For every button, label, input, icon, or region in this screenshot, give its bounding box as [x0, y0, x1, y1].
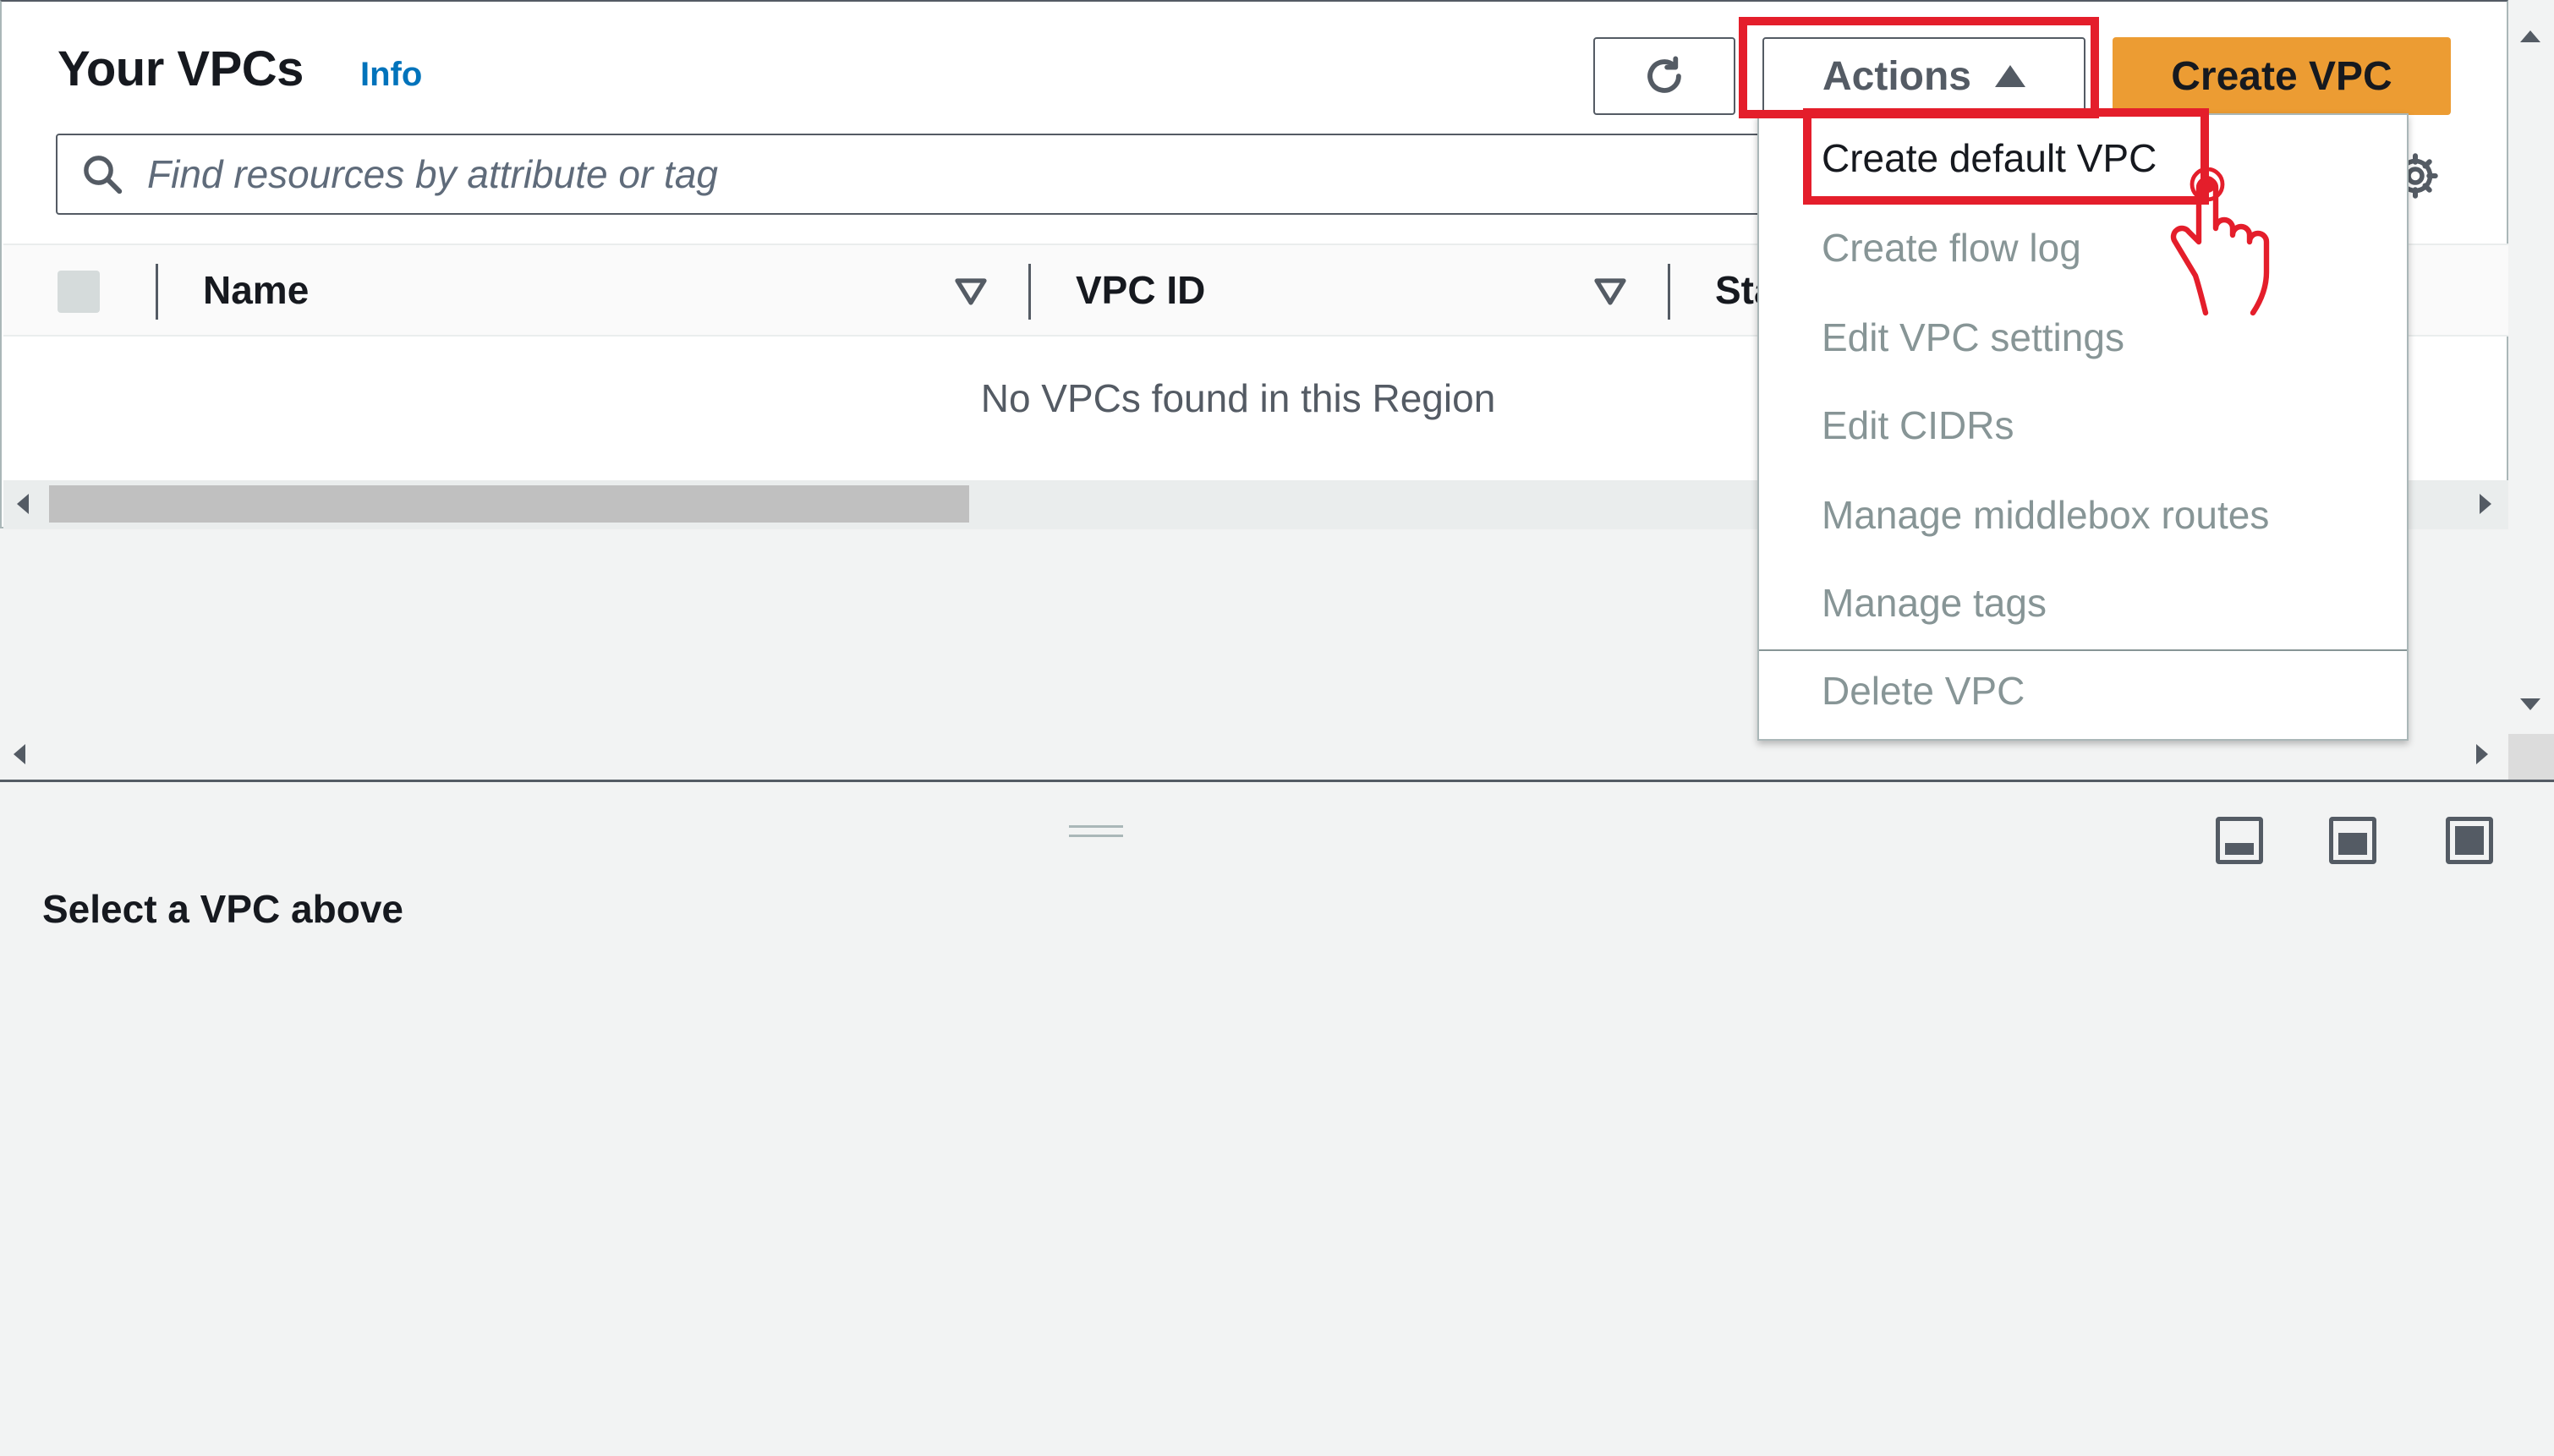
scroll-down-icon[interactable]: [2520, 698, 2540, 710]
page-vertical-scrollbar[interactable]: [2508, 0, 2554, 780]
scroll-right-icon[interactable]: [2476, 744, 2488, 764]
search-placeholder: Find resources by attribute or tag: [147, 152, 718, 196]
search-icon: [84, 156, 123, 194]
search-field[interactable]: Find resources by attribute or tag: [56, 134, 1849, 215]
create-vpc-button[interactable]: Create VPC: [2113, 37, 2451, 115]
split-full-icon[interactable]: [2446, 817, 2493, 864]
details-placeholder: Select a VPC above: [42, 887, 403, 931]
empty-table-text: No VPCs found in this Region: [980, 376, 1496, 420]
refresh-button[interactable]: [1593, 37, 1735, 115]
sort-down-icon[interactable]: [954, 277, 988, 306]
split-panel-divider: [0, 780, 2554, 782]
split-side-icon[interactable]: [2329, 817, 2376, 864]
sort-down-icon[interactable]: [1593, 277, 1627, 306]
menu-item-delete-vpc[interactable]: Delete VPC: [1759, 649, 2407, 739]
split-bottom-icon[interactable]: [2216, 817, 2263, 864]
info-link[interactable]: Info: [360, 56, 422, 94]
highlight-box: [1803, 108, 2209, 205]
scrollbar-corner: [2508, 734, 2554, 781]
menu-item-edit-cidrs[interactable]: Edit CIDRs: [1822, 402, 2014, 448]
menu-item-manage-tags[interactable]: Manage tags: [1822, 580, 2047, 626]
column-divider: [156, 264, 158, 320]
scroll-up-icon[interactable]: [2520, 30, 2540, 42]
column-header-vpc-id[interactable]: VPC ID: [1076, 267, 1205, 313]
column-header-name[interactable]: Name: [203, 267, 309, 313]
highlight-box: [1739, 17, 2099, 118]
menu-item-edit-vpc-settings[interactable]: Edit VPC settings: [1822, 315, 2124, 360]
resize-handle[interactable]: [1069, 825, 1123, 837]
refresh-icon: [1647, 56, 1681, 93]
scroll-left-icon[interactable]: [14, 744, 25, 764]
page-title: Your VPCs: [58, 41, 304, 96]
column-divider[interactable]: [1028, 264, 1031, 320]
actions-dropdown-menu: Create default VPC Create flow log Edit …: [1757, 113, 2409, 741]
scrollbar-thumb[interactable]: [49, 485, 969, 523]
scroll-left-icon[interactable]: [17, 494, 29, 514]
hand-pointer-icon: [2170, 167, 2270, 316]
menu-item-label: Delete VPC: [1822, 669, 2025, 713]
menu-item-create-flow-log[interactable]: Create flow log: [1822, 225, 2081, 271]
menu-item-manage-middlebox-routes[interactable]: Manage middlebox routes: [1822, 492, 2269, 538]
select-all-checkbox[interactable]: [58, 271, 100, 313]
scroll-right-icon[interactable]: [2480, 494, 2491, 514]
column-divider[interactable]: [1668, 264, 1670, 320]
